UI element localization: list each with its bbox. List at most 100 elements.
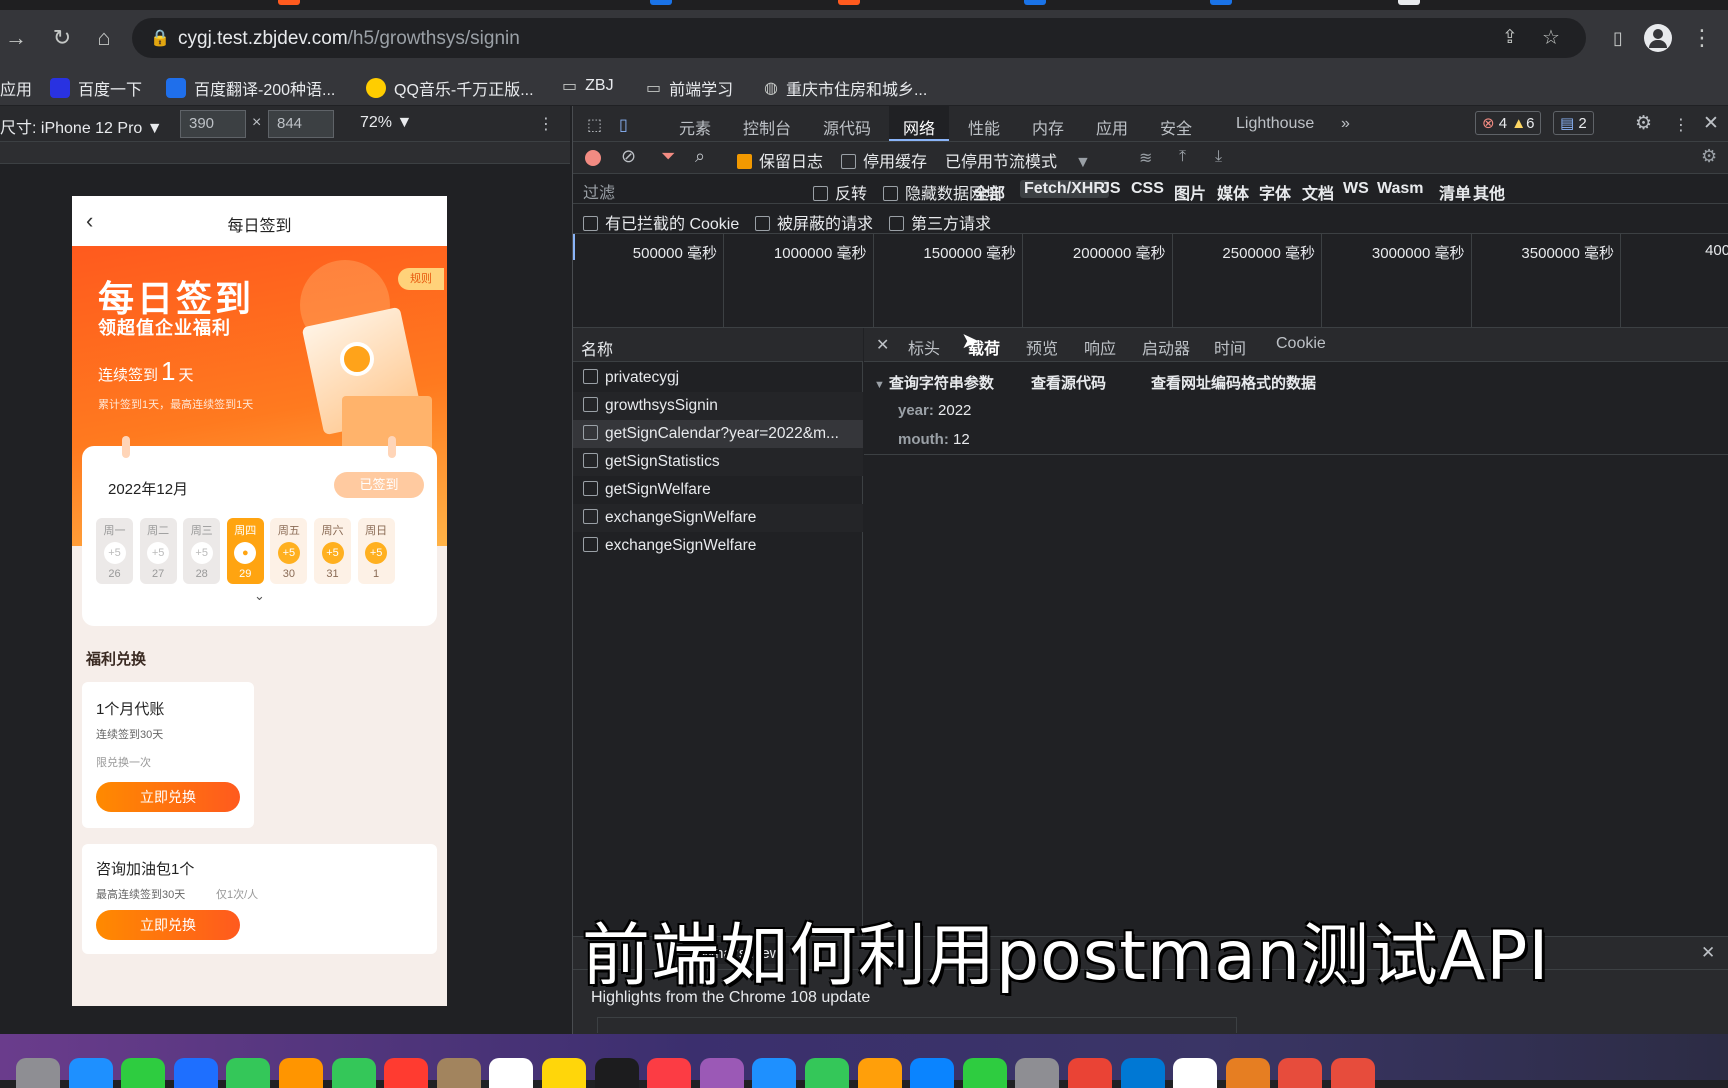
more-tabs-icon[interactable]: »	[1341, 115, 1350, 133]
devtools-menu-icon[interactable]: ⋮	[1673, 115, 1689, 135]
request-row[interactable]: exchangeSignWelfare	[573, 532, 863, 560]
type-filter-9[interactable]: Wasm	[1377, 180, 1424, 198]
dock-app-icon[interactable]	[121, 1058, 165, 1088]
request-row[interactable]: getSignWelfare	[573, 476, 863, 504]
menu-kebab-icon[interactable]: ⋮	[1688, 26, 1716, 50]
dock-app-icon[interactable]	[647, 1058, 691, 1088]
tab-sources[interactable]: 源代码	[823, 115, 871, 139]
bookmark-baidu[interactable]: 百度一下	[50, 76, 142, 100]
export-har-icon[interactable]: ⤓	[1215, 148, 1222, 166]
dock-app-icon[interactable]	[1226, 1058, 1270, 1088]
search-icon[interactable]: ⌕	[695, 146, 705, 167]
disable-cache-checkbox[interactable]: 停用缓存	[841, 148, 927, 172]
query-params-toggle[interactable]: ▼查询字符串参数	[874, 372, 994, 393]
tab-performance[interactable]: 性能	[968, 115, 1000, 139]
signed-button[interactable]: 已签到	[334, 472, 424, 498]
bookmark-folder-frontend[interactable]: ▭前端学习	[646, 76, 733, 100]
side-panel-icon[interactable]: ▯	[1604, 26, 1632, 50]
detail-tab-3[interactable]: 响应	[1084, 335, 1116, 359]
day-cell[interactable]: 周四●29	[227, 518, 264, 584]
type-filter-3[interactable]: CSS	[1131, 180, 1164, 198]
dock-app-icon[interactable]	[752, 1058, 796, 1088]
day-cell[interactable]: 周一+526	[96, 518, 133, 584]
messages-counter[interactable]: ▤ 2	[1553, 111, 1594, 135]
zoom-select[interactable]: 72% ▼	[360, 114, 412, 132]
rules-badge[interactable]: 规则	[398, 268, 444, 290]
dock-app-icon[interactable]	[910, 1058, 954, 1088]
exchange-button[interactable]: 立即兑换	[96, 782, 240, 812]
tab-security[interactable]: 安全	[1160, 115, 1192, 139]
bookmark-translate[interactable]: 百度翻译-200种语...	[166, 76, 335, 100]
dock-app-icon[interactable]	[16, 1058, 60, 1088]
import-har-icon[interactable]: ⤒	[1179, 148, 1186, 166]
lock-icon[interactable]: 🔒	[150, 28, 170, 48]
settings-gear-icon[interactable]: ⚙	[1635, 112, 1652, 135]
tab-favicon[interactable]	[838, 0, 860, 5]
day-cell[interactable]: 周二+527	[140, 518, 177, 584]
tab-application[interactable]: 应用	[1096, 115, 1128, 139]
close-detail-icon[interactable]: ✕	[876, 335, 889, 355]
bookmark-folder-zbj[interactable]: ▭ZBJ	[562, 76, 614, 96]
detail-tab-0[interactable]: 标头	[908, 335, 940, 359]
detail-tab-5[interactable]: 时间	[1214, 335, 1246, 359]
home-icon[interactable]: ⌂	[90, 26, 118, 50]
bookmark-cq-housing[interactable]: ◍重庆市住房和城乡...	[764, 76, 927, 100]
request-row[interactable]: privatecygj	[573, 364, 863, 392]
tab-elements[interactable]: 元素	[679, 115, 711, 139]
viewport-height-input[interactable]: 844	[268, 110, 334, 138]
dock-app-icon[interactable]	[1173, 1058, 1217, 1088]
type-filter-10[interactable]: 清单	[1439, 180, 1471, 204]
dock-app-icon[interactable]	[332, 1058, 376, 1088]
close-drawer-icon[interactable]: ✕	[1701, 943, 1715, 963]
type-filter-4[interactable]: 图片	[1174, 180, 1206, 204]
tab-console[interactable]: 控制台	[743, 115, 791, 139]
day-cell[interactable]: 周五+530	[270, 518, 307, 584]
dock-app-icon[interactable]	[805, 1058, 849, 1088]
tab-favicon[interactable]	[1024, 0, 1046, 5]
dock-app-icon[interactable]	[1278, 1058, 1322, 1088]
bookmark-qqmusic[interactable]: QQ音乐-千万正版...	[366, 76, 534, 100]
dock-app-icon[interactable]	[174, 1058, 218, 1088]
expand-chevron-icon[interactable]: ⌄	[82, 588, 437, 604]
type-filter-2[interactable]: JS	[1101, 180, 1121, 198]
third-party-checkbox[interactable]: 第三方请求	[889, 210, 991, 234]
dock-app-icon[interactable]	[858, 1058, 902, 1088]
dock-app-icon[interactable]	[1015, 1058, 1059, 1088]
clear-icon[interactable]: ⊘	[621, 146, 636, 167]
filter-icon[interactable]: ⏷	[661, 146, 675, 167]
invert-checkbox[interactable]: 反转	[813, 180, 867, 204]
device-more-icon[interactable]: ⋮	[538, 114, 554, 134]
record-icon[interactable]	[585, 150, 601, 166]
dock-app-icon[interactable]	[489, 1058, 533, 1088]
dock-app-icon[interactable]	[700, 1058, 744, 1088]
tab-memory[interactable]: 内存	[1032, 115, 1064, 139]
device-select[interactable]: 尺寸: iPhone 12 Pro ▼	[0, 114, 163, 138]
profile-avatar[interactable]	[1644, 24, 1672, 52]
type-filter-7[interactable]: 文档	[1302, 180, 1334, 204]
dock-app-icon[interactable]	[595, 1058, 639, 1088]
dock-app-icon[interactable]	[963, 1058, 1007, 1088]
throttle-select[interactable]: 已停用节流模式▼	[945, 148, 1091, 172]
dock-app-icon[interactable]	[279, 1058, 323, 1088]
dock-app-icon[interactable]	[1068, 1058, 1112, 1088]
view-source-link[interactable]: 查看源代码	[1031, 372, 1106, 393]
type-filter-6[interactable]: 字体	[1259, 180, 1291, 204]
bookmark-star-icon[interactable]: ☆	[1542, 25, 1560, 50]
type-filter-1[interactable]: Fetch/XHR	[1020, 180, 1109, 198]
blocked-requests-checkbox[interactable]: 被屏蔽的请求	[755, 210, 873, 234]
day-cell[interactable]: 周六+531	[314, 518, 351, 584]
request-row[interactable]: getSignCalendar?year=2022&m...	[573, 420, 863, 448]
preserve-log-checkbox[interactable]: 保留日志	[737, 148, 823, 172]
tab-favicon[interactable]	[278, 0, 300, 5]
issues-counter[interactable]: ⊗ 4 ▲6	[1475, 111, 1541, 135]
inspect-icon[interactable]: ⬚	[587, 115, 602, 135]
share-icon[interactable]: ⇪	[1502, 26, 1518, 49]
detail-tab-2[interactable]: 预览	[1026, 335, 1058, 359]
forward-icon[interactable]: →	[2, 26, 30, 50]
network-overview-timeline[interactable]: 500000 毫秒1000000 毫秒1500000 毫秒2000000 毫秒2…	[573, 234, 1728, 328]
network-conditions-icon[interactable]: ≋	[1139, 148, 1152, 168]
view-url-encoded-link[interactable]: 查看网址编码格式的数据	[1151, 372, 1316, 393]
tab-network[interactable]: 网络	[889, 106, 949, 141]
request-row[interactable]: exchangeSignWelfare	[573, 504, 863, 532]
request-row[interactable]: getSignStatistics	[573, 448, 863, 476]
